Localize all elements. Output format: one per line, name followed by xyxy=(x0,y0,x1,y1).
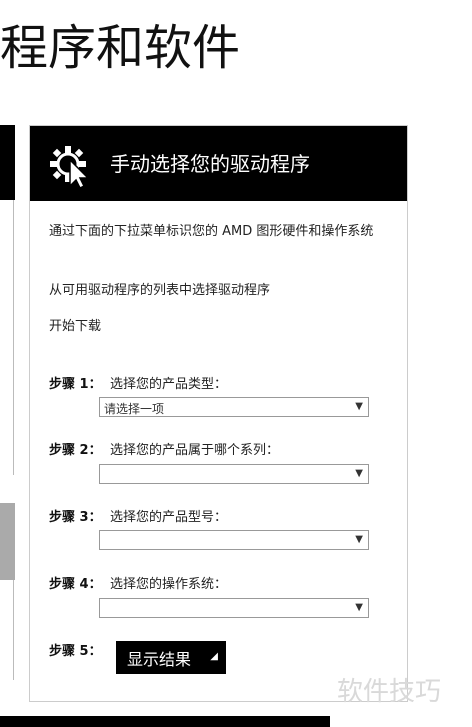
card-header: 手动选择您的驱动程序 xyxy=(30,126,407,201)
step-1-label: 步骤 1： xyxy=(49,377,102,392)
intro-text: 通过下面的下拉菜单标识您的 AMD 图形硬件和操作系统 xyxy=(49,224,374,239)
left-panel-border xyxy=(13,200,14,475)
driver-selection-card: 手动选择您的驱动程序 通过下面的下拉菜单标识您的 AMD 图形硬件和操作系统 从… xyxy=(29,125,408,702)
step-3-text: 选择您的产品型号： xyxy=(110,510,228,525)
product-model-select[interactable]: ▼ xyxy=(99,530,369,550)
product-type-select[interactable]: 请选择一项 ▼ xyxy=(99,397,369,417)
show-results-button[interactable]: 显示结果 ◢ xyxy=(116,641,226,674)
step-2-text: 选择您的产品属于哪个系列： xyxy=(110,443,280,458)
page-heading: 程序和软件 xyxy=(0,20,241,76)
watermark: 软件技巧 xyxy=(337,677,442,707)
download-line: 开始下载 xyxy=(49,319,102,334)
triangle-icon: ◢ xyxy=(210,651,218,662)
gear-cursor-icon xyxy=(50,146,90,188)
dropdown-arrow-icon: ▼ xyxy=(355,468,363,479)
step-4-label: 步骤 4： xyxy=(49,577,102,592)
dropdown-arrow-icon: ▼ xyxy=(355,401,363,412)
instruction-line: 从可用驱动程序的列表中选择驱动程序 xyxy=(49,283,271,298)
left-panel-image xyxy=(0,503,15,580)
step-4-text: 选择您的操作系统： xyxy=(110,577,228,592)
left-panel-header xyxy=(0,125,15,200)
bottom-bar xyxy=(0,716,330,727)
card-title: 手动选择您的驱动程序 xyxy=(110,152,310,176)
left-panel-border-lower xyxy=(13,580,14,680)
step-1-text: 选择您的产品类型： xyxy=(110,377,228,392)
dropdown-arrow-icon: ▼ xyxy=(355,534,363,545)
product-type-value: 请选择一项 xyxy=(104,402,165,416)
show-results-label: 显示结果 xyxy=(127,649,192,669)
step-2-label: 步骤 2： xyxy=(49,443,102,458)
os-select[interactable]: ▼ xyxy=(99,598,369,618)
step-5-label: 步骤 5： xyxy=(49,644,102,659)
dropdown-arrow-icon: ▼ xyxy=(355,602,363,613)
step-3-label: 步骤 3： xyxy=(49,510,102,525)
product-series-select[interactable]: ▼ xyxy=(99,464,369,484)
